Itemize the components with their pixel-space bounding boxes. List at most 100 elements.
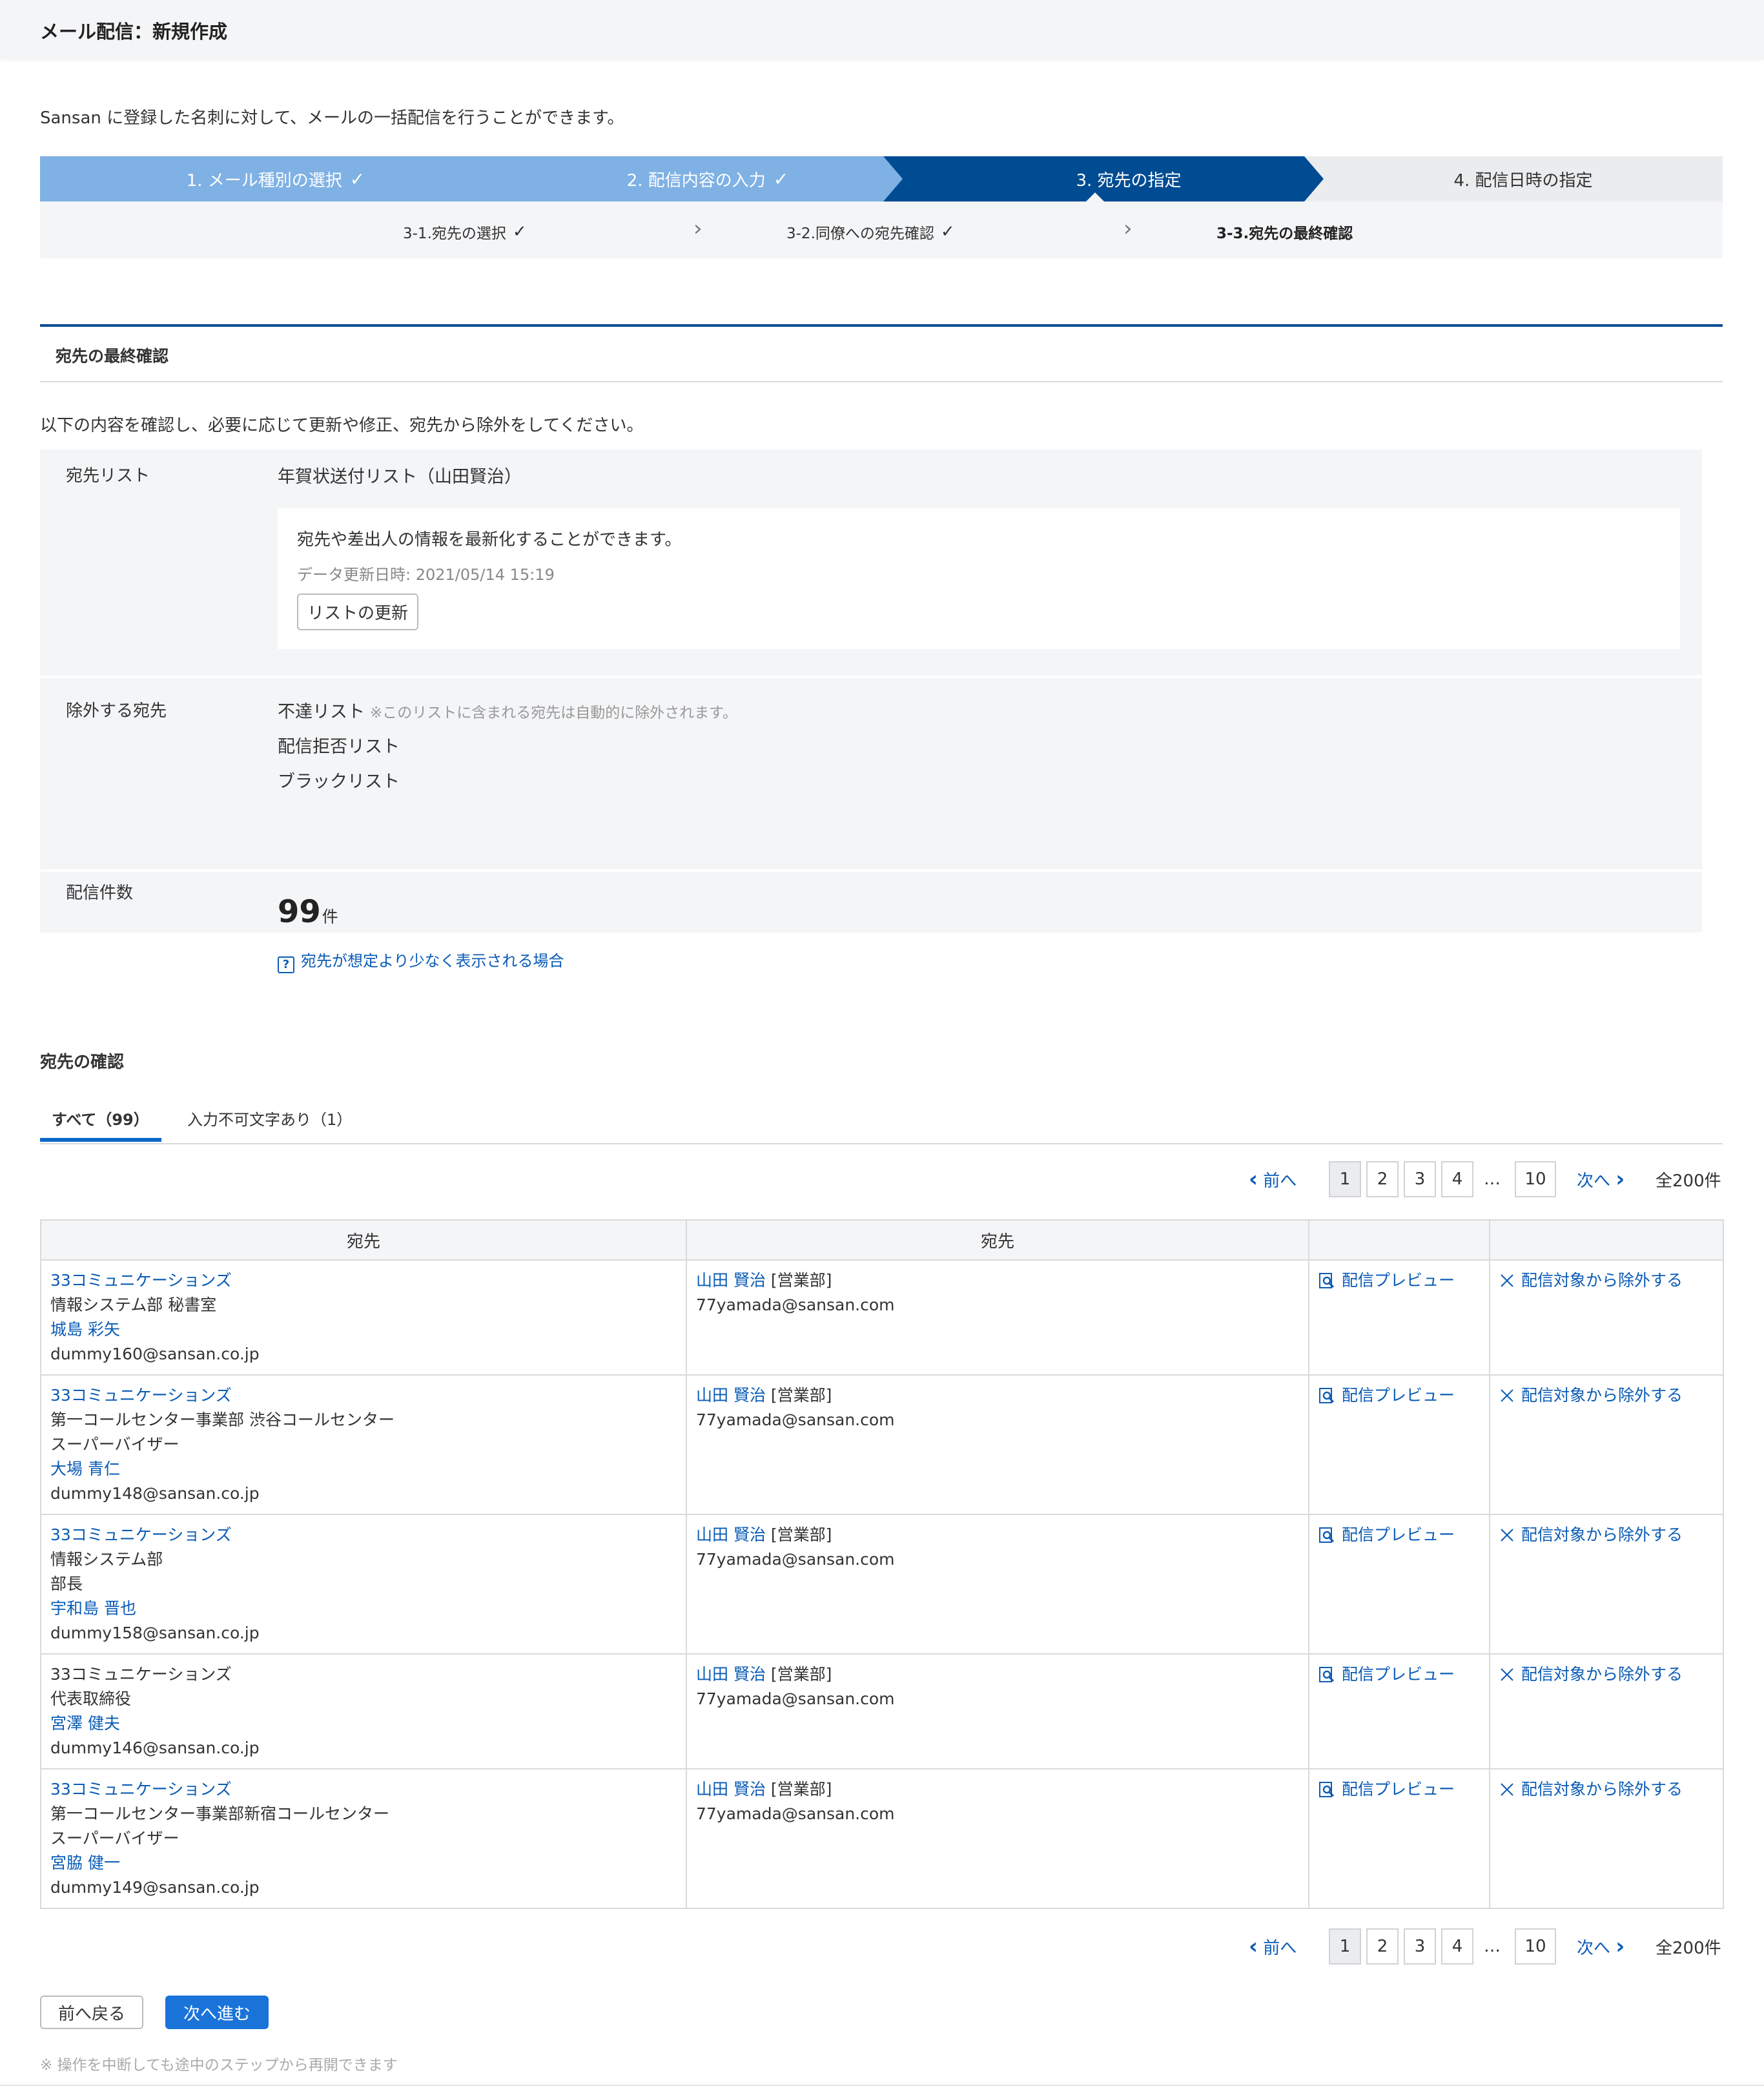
email: dummy148@sansan.co.jp — [50, 1484, 260, 1503]
sender-name-link[interactable]: 山田 賢治 — [696, 1780, 766, 1799]
exclude-link[interactable]: 配信対象から除外する — [1499, 1523, 1714, 1547]
tab-invalid-chars[interactable]: 入力不可文字あり（1） — [187, 1107, 352, 1130]
email: dummy158@sansan.co.jp — [50, 1624, 260, 1642]
exclude-cell: 配信対象から除外する — [1489, 1653, 1724, 1770]
department: 情報システム部 — [50, 1550, 163, 1569]
page-2[interactable]: 2 — [1366, 1161, 1399, 1197]
close-icon — [1501, 1783, 1513, 1796]
refresh-list-button[interactable]: リストの更新 — [297, 593, 419, 630]
help-link[interactable]: ? 宛先が想定より少なく表示される場合 — [278, 948, 564, 973]
person-name-link[interactable]: 宇和島 晋也 — [50, 1596, 677, 1621]
page-1[interactable]: 1 — [1329, 1161, 1361, 1197]
department: 第一コールセンター事業部 渋谷コールセンター — [50, 1410, 395, 1429]
company-name[interactable]: 33コミュニケーションズ — [50, 1523, 677, 1547]
page-4[interactable]: 4 — [1441, 1161, 1473, 1197]
exclude-link[interactable]: 配信対象から除外する — [1499, 1777, 1714, 1802]
updated-at: データ更新日時: 2021/05/14 15:19 — [297, 566, 555, 584]
close-icon — [1501, 1274, 1513, 1287]
exclude-item: ブラックリスト — [278, 772, 400, 792]
substep-1: 3-1.宛先の選択 ✓ — [403, 222, 527, 242]
company-name[interactable]: 33コミュニケーションズ — [50, 1777, 677, 1802]
company-name[interactable]: 33コミュニケーションズ — [50, 1268, 677, 1293]
delivery-count: 99件 — [278, 894, 338, 930]
question-icon: ? — [278, 956, 294, 973]
preview-link[interactable]: 配信プレビュー — [1318, 1662, 1480, 1687]
job-title: スーパーバイザー — [50, 1435, 179, 1454]
sender-dept: [営業部] — [770, 1665, 832, 1684]
company-name[interactable]: 33コミュニケーションズ — [50, 1383, 677, 1408]
prev-page-link[interactable]: ‹ 前へ — [1249, 1928, 1297, 1965]
step-4: 4. 配信日時の指定 — [1304, 156, 1723, 201]
section-description: 以下の内容を確認し、必要に応じて更新や修正、宛先から除外をしてください。 — [40, 416, 644, 435]
person-name-link[interactable]: 宮脇 健一 — [50, 1851, 677, 1875]
count-label: 配信件数 — [66, 883, 134, 903]
step-3: 3. 宛先の指定 — [883, 156, 1355, 201]
recipient-cell: 33コミュニケーションズ 代表取締役 宮澤 健夫 dummy146@sansan.co… — [40, 1653, 687, 1770]
sender-cell: 山田 賢治 [営業部] 77yamada@sansan.com — [686, 1514, 1309, 1655]
step-2: 2. 配信内容の入力 ✓ — [462, 156, 934, 201]
page-title: メール配信：新規作成 — [0, 0, 1764, 59]
exclude-item: 不達リスト ※このリストに含まれる宛先は自動的に除外されます。 — [278, 702, 737, 722]
chevron-right-icon: › — [1123, 216, 1133, 242]
tab-all[interactable]: すべて（99） — [52, 1107, 149, 1130]
check-icon: ✓ — [349, 168, 365, 190]
table-row: 33コミュニケーションズ 代表取締役 宮澤 健夫 dummy146@sansan.co… — [40, 1653, 1724, 1770]
preview-link[interactable]: 配信プレビュー — [1318, 1523, 1480, 1547]
back-button[interactable]: 前へ戻る — [40, 1996, 143, 2029]
prev-page-link[interactable]: ‹ 前へ — [1249, 1161, 1297, 1197]
section-header: 宛先の最終確認 — [40, 324, 1723, 382]
table-row: 33コミュニケーションズ 情報システム部 秘書室 城島 彩矢 dummy160@san… — [40, 1259, 1724, 1376]
sender-name-link[interactable]: 山田 賢治 — [696, 1665, 766, 1684]
refresh-text: 宛先や差出人の情報を最新化することができます。 — [297, 530, 682, 550]
sender-email: 77yamada@sansan.com — [696, 1295, 895, 1314]
preview-link[interactable]: 配信プレビュー — [1318, 1383, 1480, 1408]
preview-cell: 配信プレビュー — [1308, 1653, 1490, 1770]
person-name-link[interactable]: 城島 彩矢 — [50, 1317, 677, 1342]
chevron-left-icon: ‹ — [1249, 1166, 1258, 1192]
email: dummy160@sansan.co.jp — [50, 1345, 260, 1363]
sender-name-link[interactable]: 山田 賢治 — [696, 1386, 766, 1405]
page-10[interactable]: 10 — [1515, 1928, 1556, 1965]
sender-cell: 山田 賢治 [営業部] 77yamada@sansan.com — [686, 1768, 1309, 1909]
page-3[interactable]: 3 — [1404, 1928, 1436, 1965]
exclude-cell: 配信対象から除外する — [1489, 1514, 1724, 1655]
exclude-note: ※このリストに含まれる宛先は自動的に除外されます。 — [370, 705, 737, 721]
exclude-link[interactable]: 配信対象から除外する — [1499, 1383, 1714, 1408]
exclude-label: 除外する宛先 — [66, 701, 167, 721]
column-header — [1489, 1219, 1724, 1261]
sender-name-link[interactable]: 山田 賢治 — [696, 1271, 766, 1290]
table-header-row: 宛先 宛先 — [40, 1219, 1724, 1261]
preview-icon — [1319, 1667, 1335, 1682]
page-3[interactable]: 3 — [1404, 1161, 1436, 1197]
pagination-bottom: ‹ 前へ 1 2 3 4 … 10 次へ › 全200件 — [40, 1928, 1723, 1965]
next-button[interactable]: 次へ進む — [165, 1996, 269, 2029]
sender-name-link[interactable]: 山田 賢治 — [696, 1525, 766, 1544]
check-icon: ✓ — [773, 168, 789, 190]
next-page-link[interactable]: 次へ › — [1577, 1161, 1625, 1197]
preview-link[interactable]: 配信プレビュー — [1318, 1268, 1480, 1293]
chevron-right-icon: › — [1615, 1934, 1625, 1959]
sender-cell: 山田 賢治 [営業部] 77yamada@sansan.com — [686, 1259, 1309, 1376]
sender-dept: [営業部] — [770, 1271, 832, 1290]
page-10[interactable]: 10 — [1515, 1161, 1556, 1197]
preview-icon — [1319, 1273, 1335, 1288]
exclude-link[interactable]: 配信対象から除外する — [1499, 1662, 1714, 1687]
check-icon: ✓ — [940, 222, 955, 242]
email: dummy149@sansan.co.jp — [50, 1878, 260, 1897]
preview-icon — [1319, 1527, 1335, 1543]
page-2[interactable]: 2 — [1366, 1928, 1399, 1965]
dest-tabs: すべて（99） 入力不可文字あり（1） — [40, 1095, 1723, 1144]
person-name-link[interactable]: 大場 青仁 — [50, 1457, 677, 1481]
info-panel: 宛先リスト 年賀状送付リスト（山田賢治） 宛先や差出人の情報を最新化することがで… — [40, 449, 1702, 933]
next-page-link[interactable]: 次へ › — [1577, 1928, 1625, 1965]
pagination-top: ‹ 前へ 1 2 3 4 … 10 次へ › 全200件 — [40, 1161, 1723, 1197]
page-1[interactable]: 1 — [1329, 1928, 1361, 1965]
page-4[interactable]: 4 — [1441, 1928, 1473, 1965]
exclude-link[interactable]: 配信対象から除外する — [1499, 1268, 1714, 1293]
sender-email: 77yamada@sansan.com — [696, 1410, 895, 1429]
preview-link[interactable]: 配信プレビュー — [1318, 1777, 1480, 1802]
person-name-link[interactable]: 宮澤 健夫 — [50, 1711, 677, 1736]
list-label: 宛先リスト — [66, 466, 150, 486]
info-row-exclude: 除外する宛先 不達リスト ※このリストに含まれる宛先は自動的に除外されます。 配信… — [40, 679, 1702, 809]
chevron-right-icon: › — [1615, 1166, 1625, 1192]
